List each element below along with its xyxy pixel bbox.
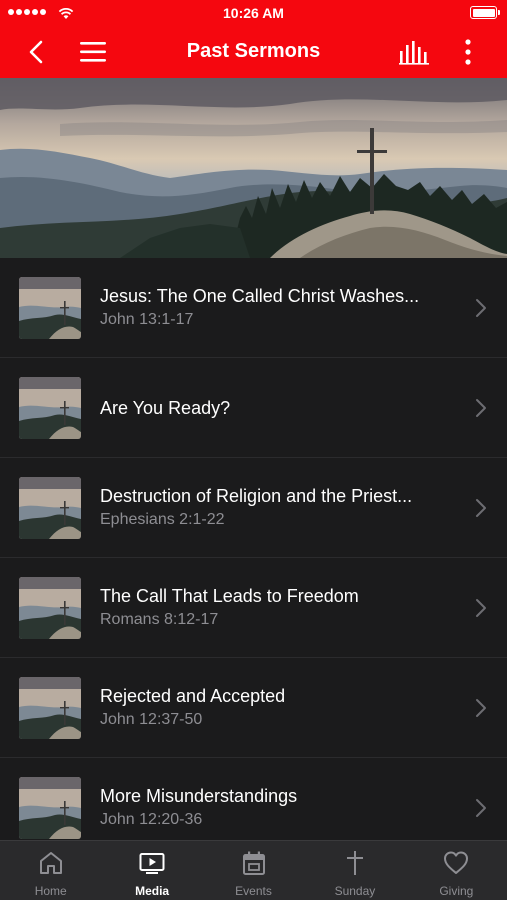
sermon-row[interactable]: Rejected and Accepted John 12:37-50	[0, 658, 507, 758]
tab-media[interactable]: Media	[101, 841, 202, 900]
chevron-right-icon	[474, 797, 488, 819]
tab-sunday[interactable]: Sunday	[304, 841, 405, 900]
sermon-row[interactable]: Destruction of Religion and the Priest..…	[0, 458, 507, 558]
sermon-scripture: John 12:20-36	[100, 811, 203, 828]
tab-label: Events	[235, 884, 272, 898]
tab-label: Sunday	[334, 884, 376, 898]
audio-levels-button[interactable]	[398, 37, 432, 67]
sermon-thumbnail	[19, 277, 81, 339]
sermon-scripture: John 12:37-50	[100, 711, 203, 728]
nav-bar: Past Sermons	[0, 26, 507, 78]
sermon-thumbnail	[19, 577, 81, 639]
tab-label: Giving	[439, 884, 474, 898]
tab-home[interactable]: Home	[0, 841, 101, 900]
sermon-row[interactable]: The Call That Leads to Freedom Romans 8:1…	[0, 558, 507, 658]
sermon-title: Are You Ready?	[100, 397, 231, 418]
tab-label: Home	[34, 884, 67, 898]
sermon-title: Jesus: The One Called Christ Washes...	[100, 286, 420, 306]
mountain-cross-landscape	[0, 78, 507, 258]
app-header: 10:26 AM Past Sermons	[0, 0, 507, 78]
sermon-text: More Misunderstandings John 12:20-36	[100, 758, 460, 840]
chevron-right-icon	[474, 297, 488, 319]
sermon-title: More Misunderstandings	[100, 786, 298, 806]
sermon-title: Destruction of Religion and the Priest..…	[100, 486, 413, 506]
chevron-right-icon	[474, 497, 488, 519]
tab-bar: Home Media Events Sunday Giving	[0, 840, 507, 900]
sermon-thumbnail	[19, 377, 81, 439]
chevron-right-icon	[474, 697, 488, 719]
more-options-button[interactable]	[456, 37, 480, 67]
chevron-right-icon	[474, 397, 488, 419]
tv-play-icon	[139, 853, 165, 874]
hero-image	[0, 78, 507, 258]
sermon-list: Jesus: The One Called Christ Washes... Jo…	[0, 258, 507, 840]
sermon-scripture: John 13:1-17	[100, 311, 194, 328]
sermon-thumbnail	[19, 677, 81, 739]
heart-icon	[444, 851, 469, 874]
home-icon	[39, 852, 62, 874]
sermon-title: Rejected and Accepted	[100, 686, 286, 706]
sermon-row[interactable]: Jesus: The One Called Christ Washes... Jo…	[0, 258, 507, 358]
sermon-thumbnail	[19, 777, 81, 839]
sermon-row[interactable]: More Misunderstandings John 12:20-36	[0, 758, 507, 840]
sermon-row[interactable]: Are You Ready?	[0, 358, 507, 458]
status-bar: 10:26 AM	[0, 0, 507, 26]
sermon-title: The Call That Leads to Freedom	[100, 586, 359, 606]
tab-label: Media	[135, 884, 170, 898]
battery-icon	[470, 6, 500, 19]
sermon-scripture: Romans 8:12-17	[100, 611, 219, 628]
chevron-right-icon	[474, 597, 488, 619]
cross-icon	[346, 851, 363, 875]
sermon-thumbnail	[19, 477, 81, 539]
calendar-icon	[242, 851, 265, 875]
status-time: 10:26 AM	[223, 5, 284, 21]
sermon-text: The Call That Leads to Freedom Romans 8:1…	[100, 558, 460, 658]
tab-giving[interactable]: Giving	[406, 841, 507, 900]
sermon-text: Destruction of Religion and the Priest..…	[100, 458, 460, 558]
sermon-text: Jesus: The One Called Christ Washes... Jo…	[100, 258, 460, 358]
sermon-text: Are You Ready?	[100, 358, 460, 458]
tab-events[interactable]: Events	[203, 841, 304, 900]
sermon-text: Rejected and Accepted John 12:37-50	[100, 658, 460, 758]
sermon-scripture: Ephesians 2:1-22	[100, 511, 225, 528]
